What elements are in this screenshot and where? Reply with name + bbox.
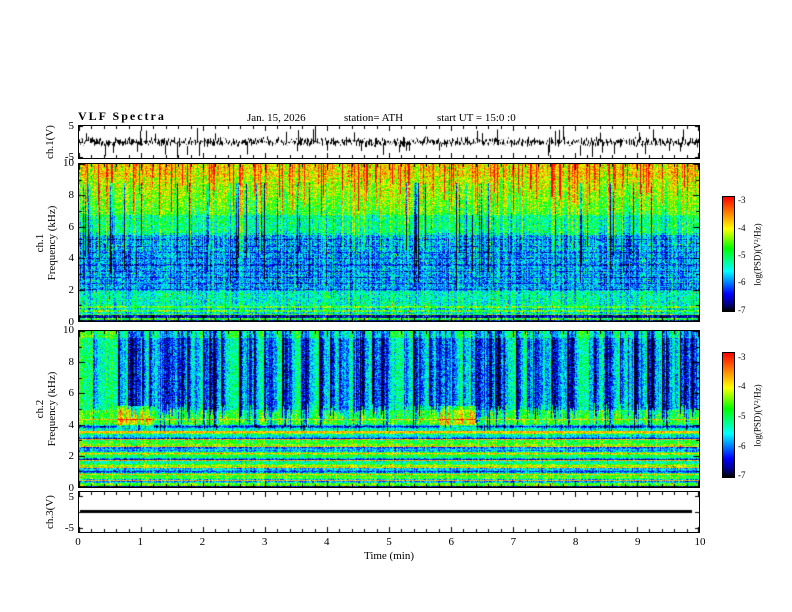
time-xtick: 0 xyxy=(75,536,81,548)
frequency-label-line: Frequency (kHz) xyxy=(46,205,58,281)
ch1-frequency-axis-label: ch.1 Frequency (kHz) xyxy=(34,168,58,318)
colorbar-ch1 xyxy=(722,196,735,312)
figure-station: station= ATH xyxy=(344,112,404,124)
time-xtick: 2 xyxy=(199,536,206,548)
ch3-waveform-panel xyxy=(78,491,700,533)
ch3-waveform-canvas xyxy=(79,492,699,532)
time-xtick: 3 xyxy=(261,536,268,548)
time-xtick: 7 xyxy=(510,536,517,548)
ch2-spectrogram-panel xyxy=(78,330,700,488)
figure-date: Jan. 15, 2026 xyxy=(247,112,306,124)
time-xtick: 9 xyxy=(635,536,641,548)
ch3-voltage-axis-label: ch.3(V) xyxy=(44,495,56,529)
time-xtick: 8 xyxy=(572,536,579,548)
colorbar-ch2 xyxy=(722,352,735,478)
time-xtick: 5 xyxy=(386,536,392,548)
ch1-label-line: ch.1 xyxy=(34,233,46,253)
ch1-spectrogram-panel xyxy=(78,163,700,322)
ch1-waveform-panel xyxy=(78,125,700,159)
ch2-spectrogram-canvas xyxy=(79,331,699,487)
colorbar-ch2-label: log(PSD)(V²/Hz) xyxy=(752,383,763,447)
time-xtick: 4 xyxy=(324,536,330,548)
ch1-spectrogram-canvas xyxy=(79,164,699,321)
figure-title: VLF Spectra xyxy=(78,109,166,123)
figure-start-ut: start UT = 15:0 :0 xyxy=(437,112,516,124)
time-xtick: 1 xyxy=(137,536,143,548)
colorbar-ch1-label: log(PSD)(V²/Hz) xyxy=(752,222,763,286)
x-axis-label: Time (min) xyxy=(363,550,414,562)
time-xtick: 6 xyxy=(448,536,454,548)
vlf-spectra-figure: VLF Spectra Jan. 15, 2026 station= ATH s… xyxy=(0,0,792,612)
ch1-waveform-canvas xyxy=(79,126,699,158)
time-xtick: 10 xyxy=(694,536,706,548)
